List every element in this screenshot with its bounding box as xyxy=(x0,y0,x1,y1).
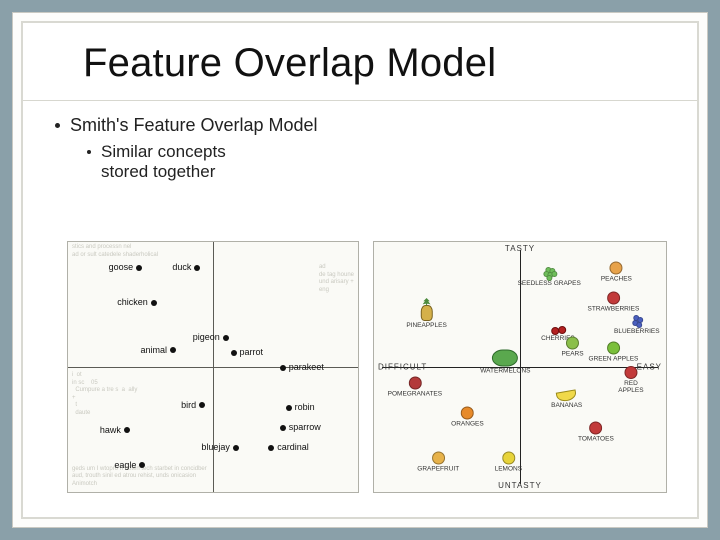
scatter-point: bird xyxy=(181,400,208,410)
bullet-list: Smith's Feature Overlap Model Similar co… xyxy=(55,115,697,182)
bullet-dot-icon xyxy=(87,150,91,154)
scatter-point: sparrow xyxy=(277,422,321,432)
scatter-point: parrot xyxy=(228,347,264,357)
faint-decorative-text: ad de tag houne und arisary + eng xyxy=(319,264,354,294)
scatter-point: cardinal xyxy=(265,442,309,452)
scatter-point: eagle xyxy=(114,460,148,470)
fruit-item: RED APPLES xyxy=(613,366,648,394)
scatter-point: bluejay xyxy=(201,442,242,452)
scatter-point: goose xyxy=(109,262,146,272)
fruit-item: STRAWBERRIES xyxy=(588,292,640,313)
figure-right-fruit-quadrant: TASTY UNTASTY DIFFICULT EASY PINEAPPLESS… xyxy=(373,241,667,493)
fruit-item: TOMATOES xyxy=(578,422,614,443)
title-underline xyxy=(23,100,697,101)
fruit-item: PINEAPPLES xyxy=(406,305,446,329)
scatter-point: chicken xyxy=(117,297,160,307)
scatter-point: hawk xyxy=(100,425,133,435)
bullet-level2: Similar concepts stored together xyxy=(87,142,697,182)
figure-left-bird-scatter: stics and processn nel ad or sult catede… xyxy=(67,241,359,493)
slide-outer-frame: Feature Overlap Model Smith's Feature Ov… xyxy=(12,12,708,528)
fruit-item: PEACHES xyxy=(601,262,632,283)
fruit-item: POMEGRANATES xyxy=(388,377,442,398)
scatter-point: duck xyxy=(172,262,203,272)
fruit-item: ORANGES xyxy=(451,407,484,428)
bullet-level2-text: Similar concepts stored together xyxy=(101,142,226,182)
bullet-dot-icon xyxy=(55,123,60,128)
fruit-item: SEEDLESS GRAPES xyxy=(518,267,581,287)
fruit-item: WATERMELONS xyxy=(480,350,530,375)
scatter-point: parakeet xyxy=(277,362,324,372)
axis-label-left: DIFFICULT xyxy=(378,363,427,372)
bullet-level1: Smith's Feature Overlap Model xyxy=(55,115,697,136)
faint-decorative-text: stics and processn nel ad or sult catede… xyxy=(72,244,158,259)
slide-inner-frame: Feature Overlap Model Smith's Feature Ov… xyxy=(21,21,699,519)
figures-row: stics and processn nel ad or sult catede… xyxy=(67,241,667,493)
faint-decorative-text: i ot in sc 05 Cumpure a tre s a ally + t… xyxy=(72,372,137,417)
scatter-point: animal xyxy=(141,345,180,355)
scatter-point: pigeon xyxy=(193,332,232,342)
faint-decorative-text: geds um I wtopro n boten tech starbet in… xyxy=(72,466,242,489)
bullet-level1-text: Smith's Feature Overlap Model xyxy=(70,115,318,136)
fruit-item: BLUEBERRIES xyxy=(614,315,660,335)
fruit-item: GRAPEFRUIT xyxy=(417,452,459,473)
slide-title: Feature Overlap Model xyxy=(83,41,697,86)
fruit-item: PEARS xyxy=(562,337,584,358)
fruit-item: LEMONS xyxy=(495,452,522,473)
fruit-item: BANANAS xyxy=(551,391,582,409)
fruit-item: GREEN APPLES xyxy=(589,342,639,363)
scatter-point: robin xyxy=(283,402,315,412)
axis-label-bottom: UNTASTY xyxy=(498,481,542,490)
axis-label-top: TASTY xyxy=(505,244,535,253)
